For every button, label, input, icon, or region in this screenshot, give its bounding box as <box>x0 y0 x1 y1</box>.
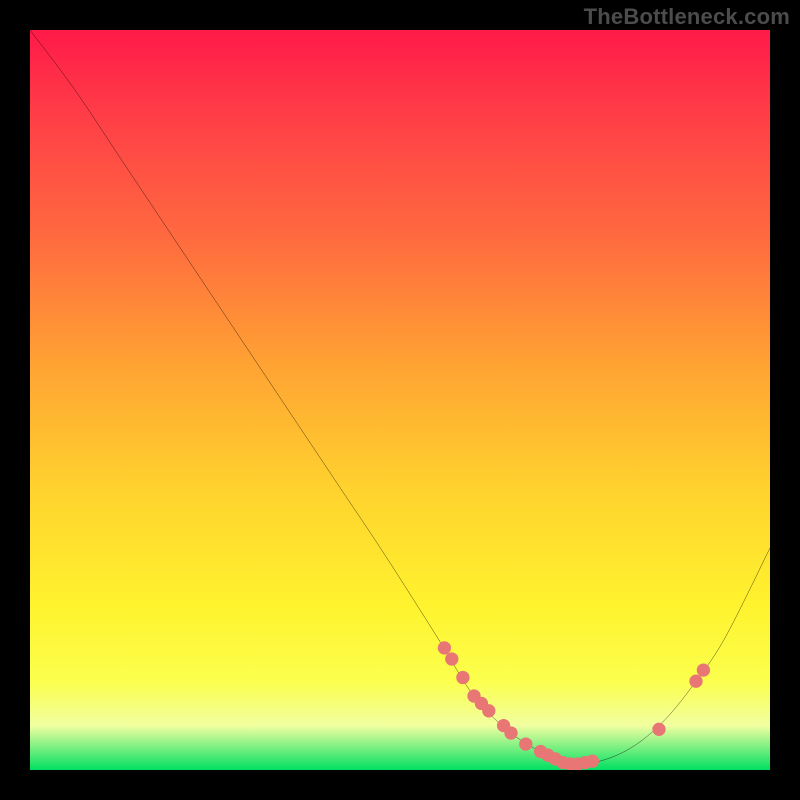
bottleneck-curve <box>30 30 770 764</box>
chart-frame: TheBottleneck.com <box>0 0 800 800</box>
data-marker <box>697 663 710 676</box>
plot-panel <box>30 30 770 770</box>
data-marker <box>456 671 469 684</box>
data-marker <box>652 723 665 736</box>
data-marker <box>689 675 702 688</box>
data-marker <box>445 652 458 665</box>
data-marker <box>438 641 451 654</box>
data-marker <box>504 726 517 739</box>
watermark-text: TheBottleneck.com <box>584 4 790 30</box>
marker-group <box>438 641 710 770</box>
data-marker <box>482 704 495 717</box>
plot-svg <box>30 30 770 770</box>
data-marker <box>519 737 532 750</box>
data-marker <box>586 754 599 767</box>
